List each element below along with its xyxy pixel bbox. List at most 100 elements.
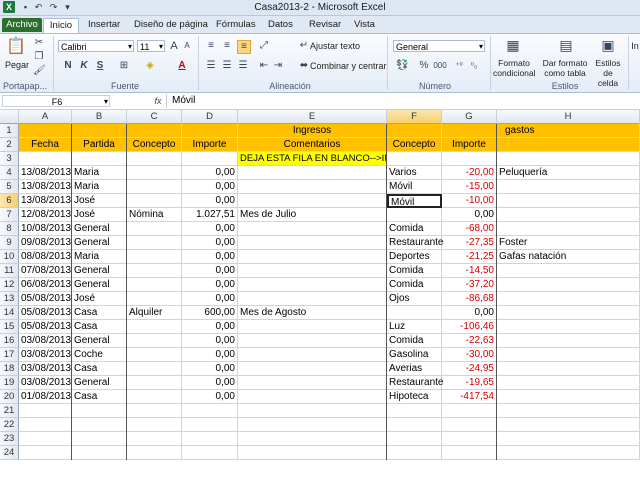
cell[interactable] [238,446,387,460]
font-color-icon[interactable]: A [176,60,188,72]
fill-color-icon[interactable]: ◈ [144,60,156,72]
fecha-cell[interactable]: 05/08/2013 [19,320,72,334]
comentario-cell[interactable] [238,194,387,208]
align-right-icon[interactable]: ☰ [237,60,249,72]
importe-cell[interactable]: 0,00 [182,320,238,334]
column-label[interactable]: Fecha [19,138,72,152]
tab-datos[interactable]: Datos [268,18,293,32]
comentario-cell[interactable] [238,222,387,236]
fecha-cell[interactable]: 05/08/2013 [19,306,72,320]
concepto-cell[interactable] [127,236,182,250]
wrap-text-button[interactable]: Ajustar texto [310,40,360,52]
cell[interactable] [72,432,127,446]
row-header[interactable]: 3 [0,152,19,166]
gasto-importe-cell[interactable]: -15,00 [442,180,497,194]
comentario-cell[interactable] [238,166,387,180]
tab-insertar[interactable]: Insertar [88,18,120,32]
importe-cell[interactable]: 0,00 [182,222,238,236]
gasto-concepto-cell[interactable]: Gasolina [387,348,442,362]
gasto-importe-cell[interactable]: -21,25 [442,250,497,264]
partida-cell[interactable]: General [72,334,127,348]
partida-cell[interactable]: General [72,376,127,390]
row-header[interactable]: 1 [0,124,19,138]
borders-icon[interactable]: ⊞ [118,60,130,72]
partida-cell[interactable]: Maria [72,180,127,194]
increase-decimal-icon[interactable]: ⁺⁰ [453,60,465,72]
cell[interactable] [442,404,497,418]
header-cell[interactable] [19,124,72,138]
column-header-g[interactable]: G [442,110,497,124]
cell[interactable] [182,446,238,460]
paste-button[interactable]: Pegar [2,59,32,71]
cell[interactable] [72,418,127,432]
worksheet-grid[interactable]: A B C D E F G H 1 2 3 4 5 6 7 8 9 10 11 12 13 14 15 16 1… [0,110,640,481]
nota-cell[interactable] [497,306,640,320]
cell[interactable] [442,152,497,166]
importe-cell[interactable]: 0,00 [182,376,238,390]
comentario-cell[interactable]: Mes de Julio [238,208,387,222]
cell[interactable] [238,432,387,446]
format-as-table-button[interactable]: Dar formato como tabla [540,58,590,78]
concepto-cell[interactable] [127,292,182,306]
partida-cell[interactable]: General [72,264,127,278]
conditional-format-button[interactable]: Formato condicional [493,58,536,78]
cell[interactable] [387,404,442,418]
cut-icon[interactable]: ✂ [33,37,45,49]
gasto-concepto-cell[interactable]: Comida [387,222,442,236]
align-left-icon[interactable]: ☰ [205,60,217,72]
importe-cell[interactable]: 0,00 [182,278,238,292]
importe-cell[interactable]: 600,00 [182,306,238,320]
select-all-corner[interactable] [0,110,19,124]
comentario-cell[interactable] [238,292,387,306]
align-top-icon[interactable]: ≡ [205,40,217,52]
orientation-icon[interactable]: ⤢ [258,40,270,52]
partida-cell[interactable]: José [72,292,127,306]
fecha-cell[interactable]: 10/08/2013 [19,222,72,236]
conditional-format-icon[interactable]: ▦ [504,36,522,54]
formula-input[interactable]: Móvil [172,95,195,106]
row-header[interactable]: 9 [0,236,19,250]
gasto-importe-cell[interactable]: -24,95 [442,362,497,376]
row-header[interactable]: 15 [0,320,19,334]
cell[interactable] [19,446,72,460]
nota-cell[interactable] [497,222,640,236]
cell[interactable] [19,418,72,432]
cell-styles-button[interactable]: Estilos de celda [592,58,624,88]
cell[interactable] [19,152,72,166]
cell[interactable] [19,404,72,418]
row-header[interactable]: 16 [0,334,19,348]
fecha-cell[interactable]: 13/08/2013 [19,180,72,194]
cell[interactable] [497,432,640,446]
cell[interactable] [182,152,238,166]
cell[interactable] [497,152,640,166]
decrease-indent-icon[interactable]: ⇤ [258,60,270,72]
row-header[interactable]: 4 [0,166,19,180]
concepto-cell[interactable] [127,194,182,208]
header-cell[interactable] [72,124,127,138]
concepto-cell[interactable] [127,222,182,236]
fecha-cell[interactable]: 08/08/2013 [19,250,72,264]
gasto-importe-cell[interactable]: -417,54 [442,390,497,404]
nota-cell[interactable] [497,376,640,390]
column-label[interactable]: Partida [72,138,127,152]
gasto-importe-cell[interactable]: -37,20 [442,278,497,292]
concepto-cell[interactable] [127,376,182,390]
comentario-cell[interactable] [238,320,387,334]
gasto-importe-cell[interactable]: -20,00 [442,166,497,180]
gasto-importe-cell[interactable]: 0,00 [442,306,497,320]
cell[interactable] [127,152,182,166]
partida-cell[interactable]: Maria [72,166,127,180]
gasto-concepto-cell[interactable]: Restaurante [387,236,443,250]
insert-function-button[interactable]: fx [150,95,166,107]
fecha-cell[interactable]: 13/08/2013 [19,194,72,208]
nota-cell[interactable]: Peluquería [497,166,640,180]
font-size-box[interactable]: 11 [137,40,165,53]
row-header[interactable]: 18 [0,362,19,376]
cell[interactable] [72,446,127,460]
cell[interactable] [182,418,238,432]
header-cell[interactable] [182,124,238,138]
row-header[interactable]: 6 [0,194,19,208]
wrap-text-icon[interactable]: ↵ [298,40,310,52]
partida-cell[interactable]: Casa [72,390,127,404]
tab-vista[interactable]: Vista [354,18,375,32]
